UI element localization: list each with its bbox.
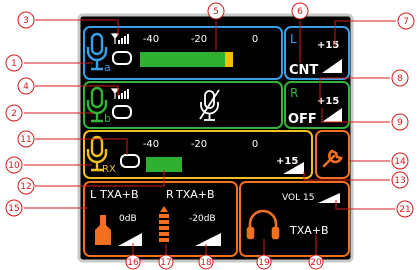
rx-scale-0: 0 <box>252 139 258 150</box>
rx-scale-20: -20 <box>191 139 207 150</box>
headphone-src: TXA+B <box>289 224 329 237</box>
tx-a-gain: +15 <box>317 40 339 51</box>
svg-text:3: 3 <box>23 16 29 26</box>
svg-text:2: 2 <box>11 109 17 119</box>
callout-21: 21 <box>396 200 414 218</box>
svg-text:20: 20 <box>310 258 322 268</box>
callout-5: 5 <box>207 2 225 20</box>
vol-value: 15 <box>303 193 314 203</box>
callout-8: 8 <box>391 69 409 87</box>
tx-a-mode: CNT <box>289 63 318 78</box>
tx-a-meter-peak <box>225 52 233 67</box>
svg-text:19: 19 <box>258 258 270 268</box>
svg-text:21: 21 <box>399 205 410 215</box>
svg-text:1: 1 <box>11 59 17 69</box>
out-l-level: 0dB <box>119 214 137 224</box>
callout-19: 19 <box>256 254 272 270</box>
svg-text:5: 5 <box>213 7 219 17</box>
vol-label: VOL <box>282 193 300 203</box>
out-r-src: TXA+B <box>175 188 215 201</box>
out-r-label: R <box>166 188 174 201</box>
callout-15: 15 <box>5 199 23 217</box>
callout-7: 7 <box>397 12 415 30</box>
callout-1: 1 <box>5 54 23 72</box>
svg-text:18: 18 <box>200 258 212 268</box>
tx-a-scale-20: -20 <box>191 34 207 45</box>
rx-gain: +15 <box>276 156 298 167</box>
tx-a-label: a <box>104 61 111 74</box>
svg-text:17: 17 <box>160 258 171 268</box>
callout-17: 17 <box>158 254 174 270</box>
callout-18: 18 <box>198 254 214 270</box>
svg-text:8: 8 <box>397 74 403 84</box>
tx-a-channel: L <box>290 32 297 46</box>
svg-text:12: 12 <box>20 182 31 192</box>
svg-text:15: 15 <box>8 204 19 214</box>
rx-meter-green <box>146 157 182 172</box>
tx-a-meter-green <box>140 52 225 67</box>
tx-b-channel: R <box>290 86 298 100</box>
callout-3: 3 <box>17 11 35 29</box>
callout-13: 13 <box>391 171 409 189</box>
callout-14: 14 <box>391 152 409 170</box>
svg-text:9: 9 <box>397 118 403 128</box>
tx-b-label: b <box>104 112 111 125</box>
out-l-src: TXA+B <box>99 188 139 201</box>
out-l-label: L <box>90 188 97 201</box>
callout-4: 4 <box>17 77 35 95</box>
svg-text:11: 11 <box>20 135 31 145</box>
svg-text:6: 6 <box>297 7 303 17</box>
rx-label: RX <box>102 164 116 175</box>
callout-2: 2 <box>5 104 23 122</box>
svg-text:7: 7 <box>403 17 409 27</box>
callout-10: 10 <box>5 156 23 174</box>
callout-9: 9 <box>391 113 409 131</box>
callout-16: 16 <box>125 254 141 270</box>
annotated-diagram: a -40 -20 0 L +15 CNT b R +15 OFF RX -40… <box>5 2 415 270</box>
callout-11: 11 <box>17 130 35 148</box>
out-r-level: -20dB <box>189 214 216 224</box>
callout-6: 6 <box>291 2 309 20</box>
tx-b-mode: OFF <box>288 112 317 127</box>
tx-a-scale-40: -40 <box>143 34 159 45</box>
svg-text:13: 13 <box>394 176 405 186</box>
svg-text:4: 4 <box>23 82 29 92</box>
callout-20: 20 <box>308 254 324 270</box>
callout-12: 12 <box>17 177 35 195</box>
svg-text:14: 14 <box>394 157 406 167</box>
svg-text:16: 16 <box>127 258 139 268</box>
rx-scale-40: -40 <box>143 139 159 150</box>
svg-text:10: 10 <box>8 161 20 171</box>
tx-a-scale-0: 0 <box>252 34 258 45</box>
